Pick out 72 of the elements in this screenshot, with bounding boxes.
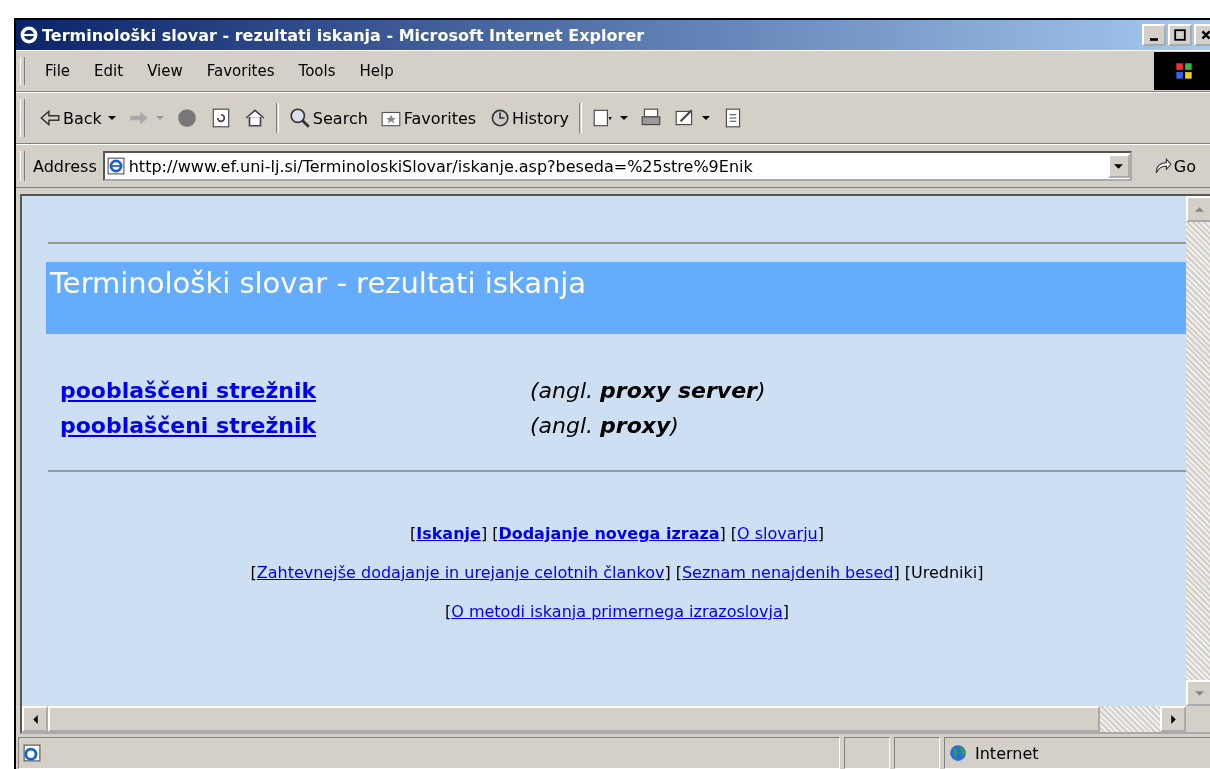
menu-item[interactable]: Tools [286,62,348,80]
bracket-text: [ [250,563,257,582]
menu-item[interactable]: Favorites [194,62,287,80]
bracket-text: [ [444,602,452,621]
go-button[interactable]: Go [1131,156,1210,176]
down-arrow-icon [1194,688,1204,698]
bracket-text: [ [410,524,417,543]
footer-link[interactable]: Zahtevnejše dodajanje in urejanje celotnih člankov [256,563,665,582]
scroll-up-button[interactable] [1186,196,1210,222]
history-button[interactable]: History [482,107,575,129]
dropdown-button[interactable] [1107,154,1130,178]
browser-icon [20,26,38,44]
footer-link[interactable]: Iskanje [416,524,481,543]
bracket-text: ] [719,524,726,543]
bracket-text: [ [492,524,499,543]
menu-item[interactable]: Help [347,62,406,80]
caret-icon [1114,161,1124,171]
go-arrow-icon [1153,157,1172,175]
back-button[interactable]: Back [33,107,122,129]
caret-icon [107,114,116,122]
footer-text: Uredniki [910,563,978,582]
bracket-text: ] [893,563,900,582]
menu-item[interactable]: File [33,62,83,80]
favorites-button[interactable]: Favorites [373,107,483,129]
up-arrow-icon [1194,204,1204,214]
search-icon [288,107,311,129]
bracket-text: ] [664,563,671,582]
zone-text: Internet [975,743,1039,763]
menu-item[interactable]: View [135,62,195,80]
caret-icon [620,114,628,122]
page-icon [23,744,41,762]
page-icon [106,157,125,175]
address-field[interactable]: http://www.ef.uni-lj.si/TerminoloskiSlovar/iskanje.asp?beseda=%25stre%9Enik [102,151,1132,181]
close-icon [1200,29,1210,41]
status-pane [844,737,890,769]
term-link[interactable]: pooblaščeni strežnik [60,413,530,438]
footer-link[interactable]: Dodajanje novega izraza [498,524,720,543]
maximize-button[interactable] [1168,24,1192,46]
left-arrow-icon [30,714,40,724]
search-button[interactable]: Search [282,107,374,129]
scroll-right-button[interactable] [1160,706,1186,732]
bracket-text: [ [675,563,682,582]
bracket-text: ] [480,524,488,543]
document-icon [592,107,614,129]
maximize-icon [1174,29,1186,41]
bracket-text: ] [977,563,984,582]
menu-item[interactable]: Edit [82,62,136,80]
address-label: Address [33,156,97,176]
home-icon [243,107,266,129]
minimize-icon [1150,37,1158,41]
footer-link[interactable]: O slovarju [737,524,818,543]
translation-text: (angl. proxy) [530,413,679,438]
status-pane [894,737,940,769]
footer-link[interactable]: O metodi iskanja primernega izrazoslovja [451,602,783,621]
vertical-scrollbar[interactable] [1186,196,1210,706]
caret-icon [155,114,164,122]
minimize-button[interactable] [1142,24,1166,46]
window-title: Terminološki slovar - rezultati iskanja - Microsoft Internet Explorer [42,25,646,45]
right-arrow-icon [1168,714,1178,724]
translation-text: (angl. proxy server) [530,378,766,403]
bracket-text: [ [730,524,738,543]
globe-icon [949,744,967,762]
left-arrow-icon [39,107,61,129]
footer-link[interactable]: Seznam nenajdenih besed [681,563,894,582]
stop-icon [175,107,198,129]
bracket-text: ] [817,524,824,543]
caret-icon [702,114,710,122]
term-link[interactable]: pooblaščeni strežnik [60,378,530,403]
bracket-text: ] [782,602,789,621]
scroll-left-button[interactable] [22,706,48,732]
page-heading: Terminološki slovar - rezultati iskanja [46,262,1186,334]
bracket-text: [ [904,563,911,582]
